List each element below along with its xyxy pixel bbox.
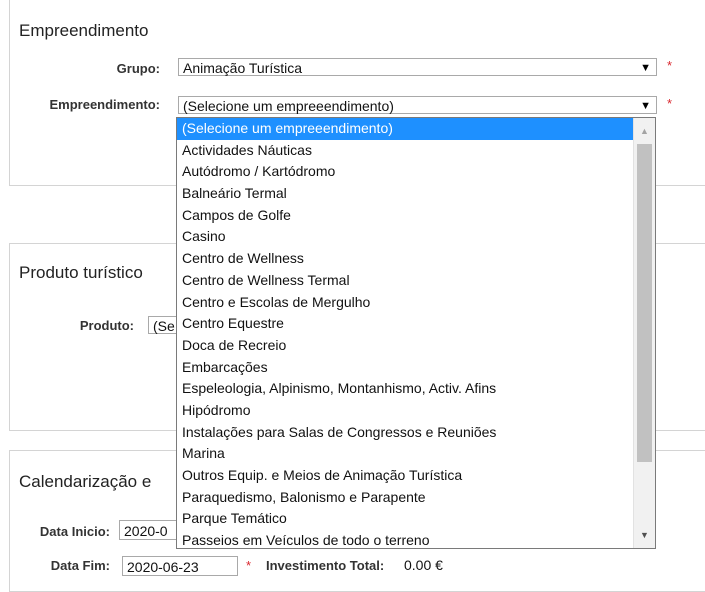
grupo-label: Grupo: <box>116 61 160 76</box>
scroll-up-icon[interactable]: ▲ <box>634 122 655 140</box>
produto-select-value: (Se <box>153 318 175 334</box>
dropdown-option[interactable]: Hipódromo <box>177 400 633 422</box>
dropdown-option[interactable]: Embarcações <box>177 357 633 379</box>
required-mark: * <box>667 96 673 111</box>
required-mark: * <box>667 58 673 73</box>
empreendimento-legend: Empreendimento <box>19 21 149 40</box>
calendarizacao-legend: Calendarização e <box>19 472 152 491</box>
investimento-value: 0.00 € <box>404 557 443 573</box>
scroll-down-icon[interactable]: ▼ <box>634 526 655 544</box>
dropdown-option[interactable]: (Selecione um empreeendimento) <box>177 118 633 140</box>
dropdown-option[interactable]: Campos de Golfe <box>177 205 633 227</box>
dropdown-option[interactable]: Parque Temático <box>177 508 633 530</box>
dropdown-option[interactable]: Actividades Náuticas <box>177 140 633 162</box>
dropdown-option[interactable]: Paraquedismo, Balonismo e Parapente <box>177 487 633 509</box>
chevron-down-icon: ▼ <box>640 62 651 74</box>
dropdown-option[interactable]: Centro de Wellness <box>177 248 633 270</box>
dropdown-option[interactable]: Instalações para Salas de Congressos e R… <box>177 422 633 444</box>
dropdown-option[interactable]: Doca de Recreio <box>177 335 633 357</box>
grupo-select[interactable]: Animação Turística ▼ <box>178 58 657 76</box>
dropdown-option[interactable]: Autódromo / Kartódromo <box>177 161 633 183</box>
scrollbar-thumb[interactable] <box>637 144 652 462</box>
investimento-label: Investimento Total: <box>266 558 385 573</box>
dropdown-option[interactable]: Centro e Escolas de Mergulho <box>177 292 633 314</box>
data-inicio-label: Data Inicio: <box>39 524 110 539</box>
dropdown-option[interactable]: Centro Equestre <box>177 313 633 335</box>
dropdown-option[interactable]: Marina <box>177 443 633 465</box>
produto-legend: Produto turístico <box>19 263 143 282</box>
empreendimento-dropdown-list[interactable]: (Selecione um empreeendimento) Actividade… <box>176 117 656 549</box>
data-fim-input[interactable]: 2020-06-23 <box>122 556 238 576</box>
produto-label: Produto: <box>79 318 134 333</box>
empreendimento-select[interactable]: (Selecione um empreeendimento) ▼ <box>178 96 657 114</box>
empreendimento-label: Empreendimento: <box>49 97 160 112</box>
required-mark: * <box>246 558 252 573</box>
empreendimento-select-value: (Selecione um empreeendimento) <box>183 98 394 114</box>
dropdown-option[interactable]: Espeleologia, Alpinismo, Montanhismo, Ac… <box>177 378 633 400</box>
chevron-down-icon: ▼ <box>640 100 651 112</box>
dropdown-options: (Selecione um empreeendimento) Actividade… <box>177 118 633 548</box>
dropdown-option[interactable]: Casino <box>177 226 633 248</box>
grupo-select-value: Animação Turística <box>183 60 303 76</box>
dropdown-option[interactable]: Passeios em Veículos de todo o terreno <box>177 530 633 548</box>
dropdown-option[interactable]: Balneário Termal <box>177 183 633 205</box>
dropdown-option[interactable]: Outros Equip. e Meios de Animação Turíst… <box>177 465 633 487</box>
dropdown-option[interactable]: Centro de Wellness Termal <box>177 270 633 292</box>
dropdown-scrollbar[interactable]: ▲ ▼ <box>633 118 655 548</box>
data-fim-label: Data Fim: <box>50 558 110 573</box>
